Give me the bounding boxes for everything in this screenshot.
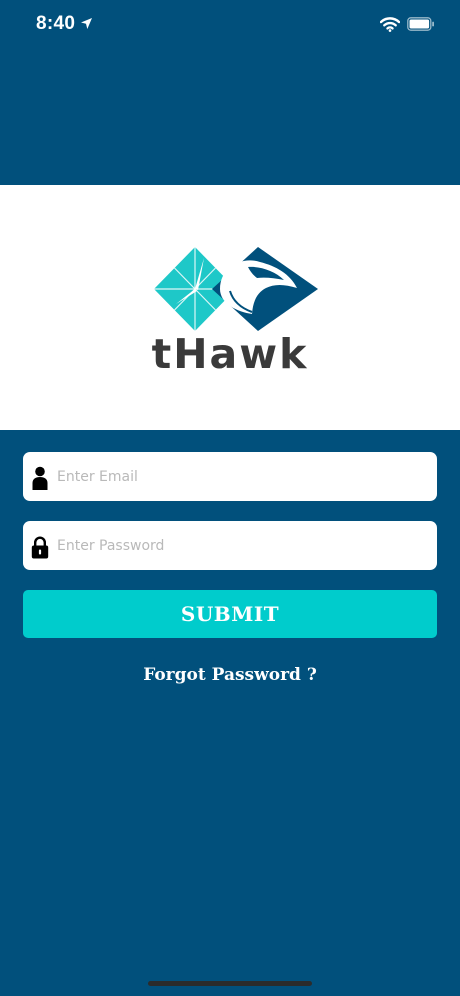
home-indicator[interactable] — [148, 981, 312, 986]
lock-icon — [31, 536, 49, 559]
location-arrow-icon — [81, 18, 92, 29]
thawk-logo-icon — [154, 247, 318, 331]
forgot-password-link[interactable]: Forgot Password ? — [0, 665, 460, 685]
password-input[interactable] — [57, 521, 427, 570]
password-field[interactable] — [23, 521, 437, 570]
user-icon — [32, 466, 48, 490]
status-bar: 8:40 — [0, 0, 460, 50]
submit-button[interactable]: SUBMIT — [23, 590, 437, 638]
brand-name: tHawk — [151, 330, 309, 378]
email-field[interactable] — [23, 452, 437, 501]
wifi-icon — [380, 17, 400, 32]
battery-icon — [407, 17, 434, 31]
status-time: 8:40 — [36, 13, 76, 34]
email-input[interactable] — [57, 452, 427, 501]
